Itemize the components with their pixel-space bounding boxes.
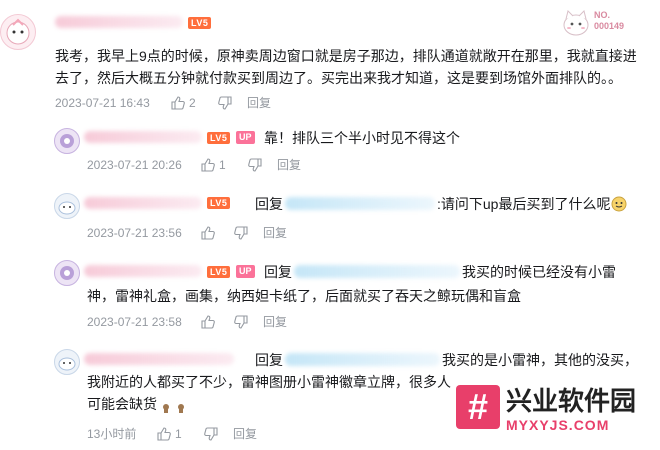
reply-prefix: 回复 — [255, 196, 283, 212]
fan-badge[interactable]: NO. 000149 — [560, 4, 656, 40]
reply-meta: 2023-07-21 23:58 回复 — [87, 314, 387, 330]
avatar-image-icon — [60, 266, 74, 280]
reply-meta: 2023-07-21 23:56 回复 — [87, 225, 387, 241]
like-icon[interactable] — [201, 315, 215, 329]
level-badge: LV5 — [207, 197, 231, 209]
avatar[interactable] — [54, 193, 80, 219]
reply-line-text: 可能会缺货 — [87, 396, 157, 412]
reply-text: 我买的是小雷神，其他的没买， 我附近的人都买了不少，雷神图册小雷神徽章立牌，很多… — [87, 349, 638, 415]
avatar-image-icon — [58, 357, 76, 371]
dislike-icon[interactable] — [234, 226, 248, 240]
username-hidden[interactable] — [84, 197, 202, 209]
level-badge: LV5 — [207, 132, 231, 144]
dislike-icon[interactable] — [204, 427, 218, 441]
avatar-image-icon — [60, 134, 74, 148]
reply-time: 13小时前 — [87, 427, 137, 441]
like-icon[interactable] — [201, 158, 215, 172]
reply-button[interactable]: 回复 — [247, 95, 271, 111]
like-count: 1 — [175, 427, 182, 441]
watermark-logo: # — [456, 385, 500, 429]
cat-mascot-icon — [563, 10, 589, 36]
reply-time: 2023-07-21 23:56 — [87, 226, 182, 240]
dislike-icon[interactable] — [218, 96, 232, 110]
avatar[interactable] — [0, 14, 36, 50]
emoji-icon — [161, 398, 193, 414]
username-hidden[interactable] — [84, 131, 202, 143]
reply-line: 可能会缺货 — [87, 393, 467, 415]
reply-text: 我买的时候已经没有小雷 神，雷神礼盒，画集，纳西妲卡纸了，后面就买了吞天之鲸玩偶… — [87, 261, 647, 307]
reply-button[interactable]: 回复 — [263, 314, 287, 330]
avatar-image-icon — [6, 18, 30, 45]
reply-meta: 13小时前 1 回复 — [87, 426, 387, 442]
mention-hidden[interactable] — [285, 197, 435, 210]
watermark-url: MYXYJS.COM — [506, 417, 610, 433]
comment-time: 2023-07-21 16:43 — [55, 96, 150, 110]
up-badge: UP — [236, 131, 255, 144]
reply-button[interactable]: 回复 — [263, 225, 287, 241]
like-icon[interactable] — [157, 427, 171, 441]
avatar[interactable] — [54, 260, 80, 286]
like-icon[interactable] — [171, 96, 185, 110]
reply-line: 我买的时候已经没有小雷 — [462, 264, 616, 280]
dislike-icon[interactable] — [234, 315, 248, 329]
avatar[interactable] — [54, 349, 80, 375]
like-icon[interactable] — [201, 226, 215, 240]
reply-text: 靠！排队三个半小时见不得这个 — [264, 130, 460, 146]
reply-line: 神，雷神礼盒，画集，纳西妲卡纸了，后面就买了吞天之鲸玩偶和盲盒 — [87, 288, 521, 304]
level-badge: LV5 — [188, 17, 212, 29]
reply-button[interactable]: 回复 — [233, 426, 257, 442]
badge-number: 000149 — [594, 21, 625, 31]
comment-line: 去了，然后大概五分钟就付款买到周边了。买完出来我才知道，这是要到场馆外面排队的。… — [55, 70, 622, 86]
badge-no-label: NO. — [594, 10, 611, 20]
like-count: 2 — [189, 96, 196, 110]
reply-text: :请问下up最后买到了什么呢 — [437, 196, 611, 212]
avatar-image-icon — [58, 201, 76, 215]
reply-line: 我买的是小雷神，其他的没买， — [442, 352, 638, 368]
username-hidden[interactable] — [55, 16, 183, 28]
reply-time: 2023-07-21 20:26 — [87, 158, 182, 172]
reply-line: 我附近的人都买了不少，雷神图册小雷神徽章立牌，很多人 — [87, 374, 451, 390]
like-count: 1 — [219, 158, 226, 172]
comment-meta: 2023-07-21 16:43 2 回复 — [55, 95, 355, 111]
reply-meta: 2023-07-21 20:26 1 回复 — [87, 157, 387, 173]
watermark-title: 兴业软件园 — [506, 386, 637, 416]
avatar[interactable] — [54, 128, 80, 154]
emoji-icon — [611, 196, 627, 212]
dislike-icon[interactable] — [248, 158, 262, 172]
comment-line: 我考，我早上9点的时候，原神卖周边窗口就是房子那边，排队通道就敞开在那里，我就直… — [55, 48, 637, 64]
reply-time: 2023-07-21 23:58 — [87, 315, 182, 329]
comment-text: 我考，我早上9点的时候，原神卖周边窗口就是房子那边，排队通道就敞开在那里，我就直… — [55, 45, 655, 89]
reply-button[interactable]: 回复 — [277, 157, 301, 173]
